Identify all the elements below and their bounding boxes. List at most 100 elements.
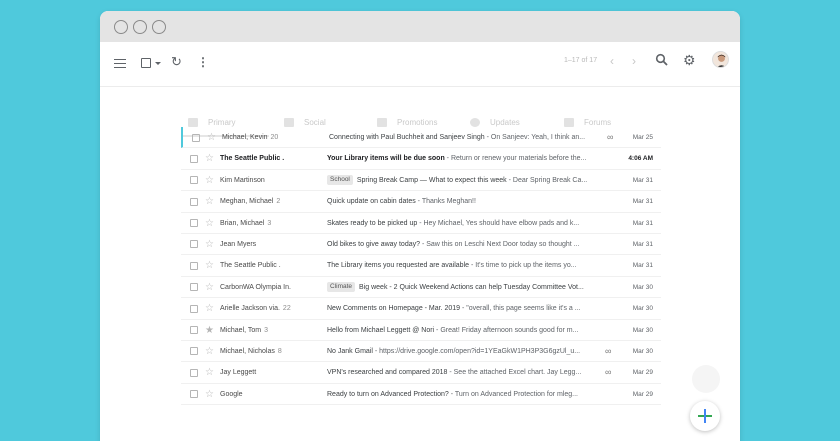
star-icon[interactable]: ☆ [205,234,214,255]
email-row[interactable]: ☆ Arielle Jackson via. 22 New Comments on H… [181,298,661,320]
row-checkbox[interactable] [190,304,198,313]
subject: No Jank Gmail [327,347,373,355]
thread-count: 20 [270,134,279,141]
message-preview: The Library items you requested are avai… [327,255,603,276]
link-attachment-icon[interactable]: ∞ [605,341,611,362]
row-checkbox[interactable] [190,390,198,399]
snippet: - Turn on Advanced Protection for mleg..… [448,390,578,398]
email-row[interactable]: ☆ Google Ready to turn on Advanced Protect… [181,384,661,406]
star-icon[interactable]: ☆ [205,341,214,362]
star-icon[interactable]: ☆ [205,277,214,298]
row-checkbox[interactable] [190,197,198,206]
tab-label: Promotions [397,117,438,127]
subject: Quick update on cabin dates [327,198,416,206]
gmail-window: ↻ ⋮ 1–17 of 17 ‹ › ⚙ Primary Social Prom… [100,11,740,441]
subject: New Comments on Homepage - Mar. 2019 [327,305,461,313]
email-row[interactable]: ☆ Kim Martinson School Spring Break Camp — … [181,170,661,192]
email-list: ☆ Michael, Kevin 20 Connecting with Paul Bu… [181,127,661,406]
thread-count: 3 [264,326,269,334]
subject: Hello from Michael Leggett @ Nori [327,326,435,334]
compose-button[interactable] [690,401,720,431]
snippet: - https://drive.google.com/open?id=1YEaG… [372,347,581,355]
sender-name: Michael, Nicholas 8 [220,347,282,355]
sender-name: CarbonWA Olympia In. [220,283,291,291]
email-row[interactable]: ☆ Brian, Michael 3 Skates ready to be picke… [181,213,661,234]
row-checkbox[interactable] [190,283,198,292]
subject: Big week - 2 Quick Weekend Actions can h… [359,283,584,291]
message-preview: Old bikes to give away today? - Saw this… [327,234,603,255]
star-icon[interactable]: ★ [205,320,214,341]
star-icon[interactable]: ☆ [205,384,214,405]
select-all-checkbox[interactable] [141,58,151,68]
sender-name: Jean Myers [220,240,257,248]
email-row[interactable]: ☆ Michael, Kevin 20 Connecting with Paul Bu… [181,127,661,149]
star-icon[interactable]: ☆ [207,127,216,148]
row-checkbox[interactable] [192,133,200,142]
star-icon[interactable]: ☆ [205,148,214,169]
email-row[interactable]: ★ Michael, Tom 3 Hello from Michael Leggett… [181,320,661,341]
received-date: Mar 31 [632,219,653,227]
email-row[interactable]: ☆ CarbonWA Olympia In. Climate Big week - 2… [181,277,661,299]
pagination-count: 1–17 of 17 [564,57,598,64]
row-checkbox[interactable] [190,176,198,185]
link-attachment-icon[interactable]: ∞ [605,362,611,383]
snippet: - It's time to pick up the items yo... [469,262,577,270]
star-icon[interactable]: ☆ [205,362,214,383]
sender-name: Google [220,390,243,398]
row-checkbox[interactable] [190,261,198,270]
row-checkbox[interactable] [190,154,198,163]
settings-gear-icon[interactable]: ⚙ [683,52,696,68]
select-menu-chevron-down-icon[interactable] [155,62,161,65]
window-maximize-button[interactable] [152,20,166,34]
email-row[interactable]: ☆ The Seattle Public . Your Library items … [181,148,661,170]
email-row[interactable]: ☆ The Seattle Public . The Library items y… [181,255,661,277]
row-checkbox[interactable] [190,368,198,377]
star-icon[interactable]: ☆ [205,213,214,234]
main-menu-icon[interactable] [114,59,126,68]
row-checkbox[interactable] [190,326,198,335]
more-options-icon[interactable]: ⋮ [197,54,209,70]
refresh-icon[interactable]: ↻ [171,54,182,70]
received-date: Mar 31 [632,262,653,270]
link-attachment-icon[interactable]: ∞ [607,127,613,148]
person-icon [717,54,726,67]
star-icon[interactable]: ☆ [205,170,214,191]
star-icon[interactable]: ☆ [205,255,214,276]
search-icon[interactable] [655,53,669,67]
message-preview: Connecting with Paul Buchheit and Sanjee… [329,127,605,148]
received-date: Mar 25 [632,134,653,141]
row-checkbox[interactable] [190,347,198,356]
window-minimize-button[interactable] [133,20,147,34]
forum-icon [564,117,574,127]
info-icon [470,117,480,127]
window-titlebar [100,11,740,42]
message-preview: Quick update on cabin dates - Thanks Meg… [327,191,603,212]
snippet: - Thanks Meghan!! [415,198,476,206]
email-row[interactable]: ☆ Michael, Nicholas 8 No Jank Gmail - https… [181,341,661,363]
thread-count: 22 [282,305,291,313]
received-date: Mar 30 [632,347,653,355]
side-panel-button[interactable] [692,365,720,393]
chevron-left-icon[interactable]: ‹ [610,54,614,68]
sender-name: Meghan, Michael 2 [220,198,281,206]
label-badge[interactable]: School [327,174,353,185]
window-close-button[interactable] [114,20,128,34]
subject: Old bikes to give away today? [327,240,420,248]
label-badge[interactable]: Climate [327,281,356,292]
tab-label: Primary [208,117,236,127]
star-icon[interactable]: ☆ [205,191,214,212]
snippet: - Great! Friday afternoon sounds good fo… [434,326,579,334]
row-checkbox[interactable] [190,240,198,249]
email-row[interactable]: ☆ Meghan, Michael 2 Quick update on cabin d… [181,191,661,213]
star-icon[interactable]: ☆ [205,298,214,319]
received-date: Mar 29 [632,390,653,398]
row-checkbox[interactable] [190,219,198,228]
email-row[interactable]: ☆ Jay Leggett VPN's researched and compare… [181,362,661,384]
chevron-right-icon[interactable]: › [632,54,636,68]
email-row[interactable]: ☆ Jean Myers Old bikes to give away today?… [181,234,661,256]
message-preview: Your Library items will be due soon - Re… [327,148,603,169]
tag-icon [377,117,387,127]
subject: The Library items you requested are avai… [327,262,470,270]
thread-count: 3 [267,219,272,227]
account-avatar[interactable] [712,51,729,68]
